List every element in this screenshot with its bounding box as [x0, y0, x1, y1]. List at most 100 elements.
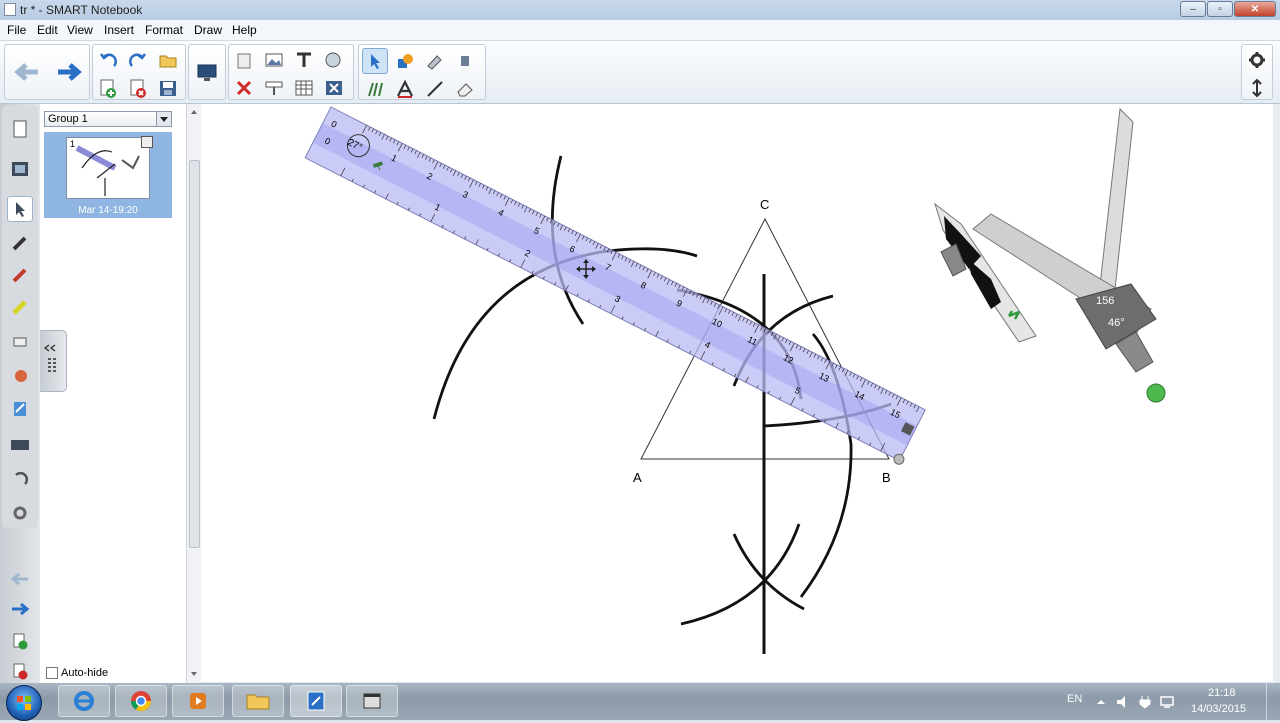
- eraser-side-tool[interactable]: [7, 328, 33, 354]
- notes-side-tool[interactable]: [7, 396, 33, 422]
- menu-help[interactable]: Help: [232, 23, 257, 37]
- menu-format[interactable]: Format: [145, 23, 183, 37]
- pens-button[interactable]: [362, 76, 388, 102]
- side-add-page[interactable]: [7, 628, 33, 654]
- line-tool-button[interactable]: [422, 76, 448, 102]
- add-page-button[interactable]: [95, 75, 121, 101]
- menu-edit[interactable]: Edit: [37, 23, 58, 37]
- redo-button[interactable]: [125, 47, 151, 73]
- page-number: 1: [70, 139, 76, 149]
- page-thumbnail[interactable]: 1: [66, 137, 150, 199]
- whiteboard-canvas[interactable]: 27° 0 0 1 2 3 4 5 6 7 8 9 10 11 12 13 14 15 12345 C A …: [201, 104, 1273, 682]
- collapse-panel-handle[interactable]: [40, 330, 67, 392]
- open-file-button[interactable]: [155, 47, 181, 73]
- compass-rotate-handle[interactable]: [1146, 383, 1166, 403]
- canvas-scrollbar[interactable]: [1273, 104, 1280, 682]
- page-thumbnail-card[interactable]: 1 Mar 14-19:20: [44, 132, 172, 218]
- paste-button[interactable]: [231, 47, 257, 73]
- screen-capture-button[interactable]: [261, 75, 287, 101]
- highlighter-tool[interactable]: [7, 294, 33, 320]
- save-button[interactable]: [155, 75, 181, 101]
- clock-date[interactable]: 14/03/2015: [1191, 703, 1246, 715]
- insert-table-button[interactable]: [291, 75, 317, 101]
- red-x-icon: [236, 80, 252, 96]
- language-indicator[interactable]: EN: [1067, 693, 1082, 705]
- taskbar-media-player[interactable]: [172, 685, 224, 717]
- shapes-tool-button[interactable]: [392, 48, 418, 74]
- edit-group: [92, 44, 186, 100]
- start-button[interactable]: [6, 685, 42, 721]
- side-delete-page[interactable]: [7, 658, 33, 684]
- volume-icon[interactable]: [1116, 695, 1132, 709]
- select-tool-button[interactable]: [362, 48, 388, 74]
- taskbar-smart-notebook[interactable]: [290, 685, 342, 717]
- full-screen-button[interactable]: [321, 75, 347, 101]
- autohide-checkbox[interactable]: [46, 667, 58, 679]
- page-sorter-tab[interactable]: [7, 116, 33, 142]
- undo-side-tool[interactable]: [7, 466, 33, 492]
- previous-page-button[interactable]: [9, 52, 45, 92]
- arrow-left-icon: [14, 63, 38, 81]
- thumbnail-menu-button[interactable]: [141, 136, 153, 148]
- eraser-button[interactable]: [452, 76, 478, 102]
- up-down-arrow-icon: [1252, 79, 1262, 97]
- magic-pen-button[interactable]: [422, 48, 448, 74]
- group-dropdown[interactable]: Group 1: [44, 111, 172, 127]
- undo-icon: [15, 471, 29, 485]
- group-dropdown-value: Group 1: [48, 113, 88, 125]
- menu-draw[interactable]: Draw: [194, 23, 222, 37]
- show-desktop-button[interactable]: [1266, 683, 1280, 720]
- undo-icon: [100, 53, 117, 67]
- maximize-button[interactable]: ▫: [1207, 1, 1233, 17]
- customize-toolbar-button[interactable]: [1244, 47, 1270, 73]
- side-prev-page[interactable]: [7, 566, 33, 592]
- pen-black-tool[interactable]: [7, 230, 33, 256]
- taskbar-window[interactable]: [346, 685, 398, 717]
- insert-image-button[interactable]: [261, 47, 287, 73]
- title-bar: tr * - SMART Notebook – ▫ ✕: [0, 0, 1280, 20]
- move-toolbar-button[interactable]: [1244, 75, 1270, 101]
- taskbar-file-explorer[interactable]: [232, 685, 284, 717]
- window-title: tr * - SMART Notebook: [20, 3, 143, 17]
- letter-a-icon: [397, 80, 413, 98]
- fill-tool-button[interactable]: [452, 48, 478, 74]
- menu-file[interactable]: File: [7, 23, 26, 37]
- compass-tool[interactable]: 156 46°: [934, 107, 1166, 403]
- minimize-button[interactable]: –: [1180, 1, 1206, 17]
- autohide-option[interactable]: Auto-hide: [46, 667, 108, 679]
- taskbar-internet-explorer[interactable]: [58, 685, 110, 717]
- cursor-icon: [16, 202, 25, 217]
- screen-shade-button[interactable]: [194, 60, 220, 86]
- side-next-page[interactable]: [7, 596, 33, 622]
- undo-button[interactable]: [95, 47, 121, 73]
- tray-expand-icon[interactable]: [1096, 697, 1106, 707]
- keyboard-side-tool[interactable]: [7, 432, 33, 458]
- magic-pen-side-tool[interactable]: [7, 362, 33, 388]
- text-button[interactable]: [392, 76, 418, 102]
- settings-side-tool[interactable]: [7, 500, 33, 526]
- pen-red-tool[interactable]: [7, 262, 33, 288]
- screen-capture-icon: [265, 81, 283, 95]
- globe-icon: [325, 52, 341, 68]
- power-plug-icon[interactable]: [1138, 695, 1154, 709]
- sorter-scrollbar[interactable]: [186, 104, 202, 684]
- eraser-icon: [13, 337, 27, 347]
- clock-time[interactable]: 21:18: [1208, 687, 1236, 699]
- insert-text-button[interactable]: [291, 47, 317, 73]
- select-side-tool[interactable]: [7, 196, 33, 222]
- menu-view[interactable]: View: [67, 23, 93, 37]
- delete-button[interactable]: [231, 75, 257, 101]
- next-page-button[interactable]: [51, 52, 87, 92]
- menu-insert[interactable]: Insert: [104, 23, 134, 37]
- taskbar-chrome[interactable]: [115, 685, 167, 717]
- delete-page-button[interactable]: [125, 75, 151, 101]
- eraser-icon: [457, 83, 473, 97]
- close-button[interactable]: ✕: [1234, 1, 1276, 17]
- scroll-thumb[interactable]: [189, 160, 200, 548]
- ruler-tool[interactable]: 27° 0 0 123456789101112131415 12345: [303, 106, 929, 466]
- gallery-tab[interactable]: [7, 156, 33, 182]
- network-icon[interactable]: [1160, 695, 1176, 709]
- text-tool-icon: [297, 52, 311, 67]
- window-icon: [363, 693, 381, 709]
- capture-button[interactable]: [321, 47, 347, 73]
